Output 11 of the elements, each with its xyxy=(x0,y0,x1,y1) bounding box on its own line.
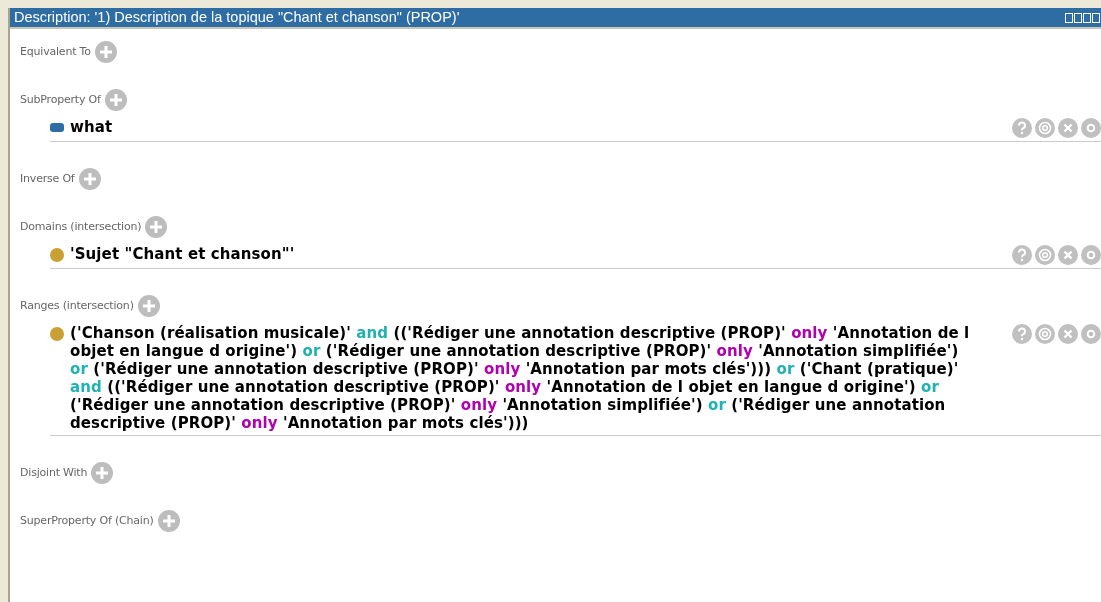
section-label: Ranges (intersection) xyxy=(20,297,134,314)
expression-text: what xyxy=(70,118,113,136)
section-label: Inverse Of xyxy=(20,170,75,187)
expression-text: 'Sujet "Chant et chanson"' xyxy=(70,245,295,263)
section-label: Domains (intersection) xyxy=(20,218,142,235)
section-label: Disjoint With xyxy=(20,464,88,481)
section-label: SubProperty Of xyxy=(20,91,101,108)
section-label: Equivalent To xyxy=(20,43,91,60)
window-title: Description: '1) Description de la topique "Chant et chanson" (PROP)' xyxy=(14,8,461,27)
expression-text: ('Chanson (réalisation musicale)' and (('Rédiger une annotation descriptive (PROP)' only 'Annotation de l objet en langue d origine') or ('Rédiger une annotation descriptive (PROP)' only 'Annotation simplifiée') or ('Rédiger une annotation descriptive (PROP)' only 'Annotation par mots clés'))) or ('Chant (pratique)' and (('Rédiger une annotation descriptive (PROP)' only 'Annotation de l objet en langue d origine') or ('Rédiger une annotation descriptive (PROP)' only 'Annotation simplifiée') or ('Rédiger une annotation descriptive (PROP)' only 'Annotation par mots clés'))) xyxy=(70,324,971,432)
section-label: SuperProperty Of (Chain) xyxy=(20,512,154,529)
